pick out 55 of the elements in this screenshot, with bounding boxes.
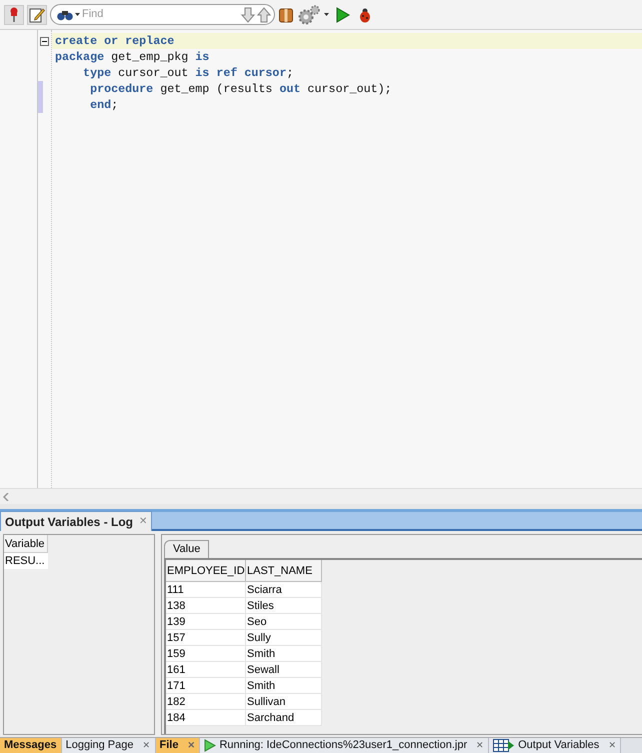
table-cell: Smith	[246, 646, 322, 662]
table-cell: Stiles	[246, 598, 322, 614]
close-icon[interactable]: ✕	[608, 738, 616, 752]
code-line: type cursor_out is ref cursor;	[82, 66, 294, 80]
panel-tab[interactable]: Output Variables - Log ✕	[0, 511, 152, 531]
close-icon[interactable]: ✕	[142, 738, 150, 752]
close-icon[interactable]: ✕	[476, 738, 484, 752]
bug-icon[interactable]	[357, 6, 373, 22]
code-line: package get_emp_pkg is	[55, 50, 210, 64]
table-cell: 138	[166, 598, 246, 614]
run-icon	[204, 739, 216, 752]
table-cell: 171	[166, 678, 246, 694]
table-cell: Sullivan	[246, 694, 322, 710]
table-cell: Sully	[246, 630, 322, 646]
collapse-icon[interactable]	[40, 36, 49, 46]
table-cell: 184	[166, 710, 246, 726]
column-header[interactable]: Variable	[4, 535, 48, 553]
caret-icon	[75, 13, 80, 16]
search-field[interactable]: Find	[50, 4, 275, 25]
bottom-tab[interactable]: Running: IdeConnections%23user1_connection.jpr ✕	[200, 738, 490, 753]
table-cell: 182	[166, 694, 246, 710]
table-arrow-icon	[493, 739, 516, 752]
code-line: procedure get_emp (results out cursor_out);	[89, 82, 392, 96]
column-header[interactable]: EMPLOYEE_ID	[166, 560, 246, 582]
table-cell: 157	[166, 630, 246, 646]
bottom-tab[interactable]: Output Variables ✕	[489, 738, 622, 753]
table-cell: Sciarra	[246, 582, 322, 598]
close-icon[interactable]: ✕	[187, 738, 196, 752]
gears-icon[interactable]	[297, 4, 321, 26]
package-icon[interactable]	[278, 6, 294, 22]
bottom-tab[interactable]: File ✕	[156, 738, 200, 753]
column-header[interactable]: LAST_NAME	[246, 560, 322, 582]
up-arrow-icon[interactable]	[257, 6, 271, 22]
table-cell: Seo	[246, 614, 322, 630]
table-cell: Smith	[246, 678, 322, 694]
table-cell: 139	[166, 614, 246, 630]
run-icon[interactable]	[336, 6, 350, 22]
caret-icon[interactable]	[324, 13, 329, 16]
table-cell: 111	[166, 582, 246, 598]
code-line: end;	[89, 98, 118, 112]
code-line: create or replace	[55, 34, 174, 48]
search-input[interactable]: Find	[82, 6, 239, 23]
table-cell[interactable]: RESU...	[4, 553, 48, 569]
binoculars-icon	[57, 8, 73, 20]
bottom-tab[interactable]: Logging Page ✕	[62, 738, 156, 753]
table-cell: Sewall	[246, 662, 322, 678]
value-tab[interactable]: Value	[164, 540, 210, 558]
table-cell: 161	[166, 662, 246, 678]
table-cell: 159	[166, 646, 246, 662]
bottom-tab[interactable]: Messages	[0, 738, 62, 753]
panel-title: Output Variables - Log	[5, 514, 134, 530]
down-arrow-icon[interactable]	[241, 6, 255, 22]
table-cell: Sarchand	[246, 710, 322, 726]
edit-icon[interactable]	[27, 4, 47, 24]
pin-icon[interactable]	[4, 4, 24, 24]
